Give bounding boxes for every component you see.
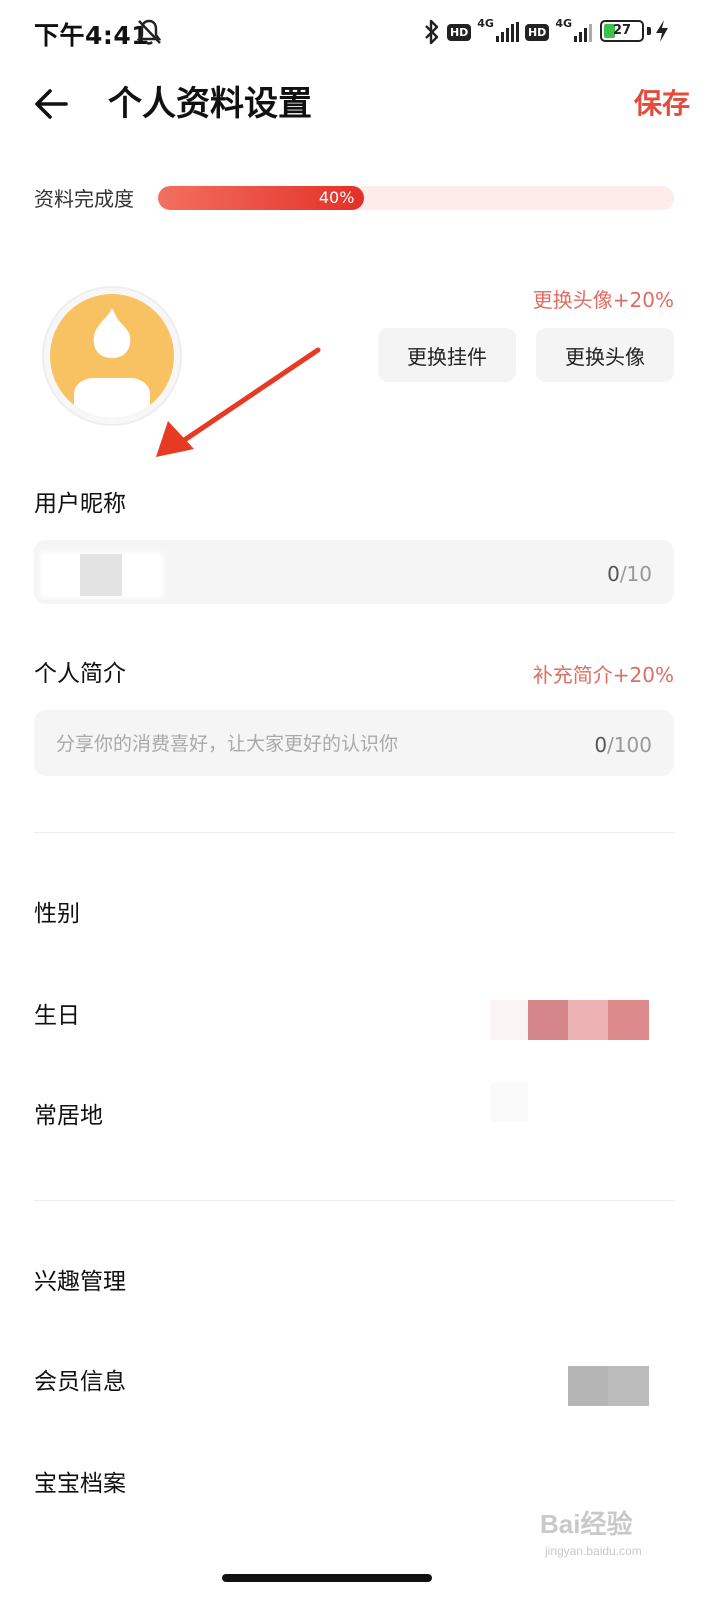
battery-level: 27	[612, 23, 632, 38]
completion-progress-fill: 40%	[158, 186, 365, 210]
birthday-redaction	[490, 1000, 528, 1040]
gender-label: 性别	[34, 901, 80, 927]
status-bar: 下午4:41 HD 4G HD 4G 27	[0, 0, 720, 64]
completion-label: 资料完成度	[34, 187, 134, 211]
bio-label: 个人简介	[34, 661, 126, 687]
change-pendant-button[interactable]: 更换挂件	[378, 328, 516, 382]
membership-redaction	[608, 1366, 649, 1406]
birthday-redaction	[528, 1000, 568, 1040]
birthday-redaction	[608, 1000, 649, 1040]
interests-row[interactable]: 兴趣管理	[0, 1244, 720, 1324]
completion-progress-bar: 40%	[158, 186, 674, 210]
membership-redaction	[568, 1366, 608, 1406]
divider	[34, 832, 674, 833]
watermark-logo: Bai经验	[540, 1509, 633, 1539]
residence-label: 常居地	[34, 1103, 103, 1129]
gender-row[interactable]: 性别	[0, 876, 720, 956]
notification-muted-icon	[136, 19, 162, 45]
nickname-count: 0	[607, 562, 620, 586]
birthday-row[interactable]: 生日	[0, 978, 720, 1058]
baby-profile-label: 宝宝档案	[34, 1471, 126, 1497]
nickname-limit: /10	[619, 562, 652, 586]
nickname-label: 用户昵称	[34, 491, 126, 517]
interests-label: 兴趣管理	[34, 1269, 126, 1295]
membership-row[interactable]: 会员信息	[0, 1344, 720, 1424]
avatar-bonus-hint: 更换头像+20%	[532, 288, 674, 312]
change-avatar-button[interactable]: 更换头像	[536, 328, 674, 382]
bio-limit: /100	[607, 733, 652, 757]
signal-icon	[495, 22, 519, 42]
battery-icon: 27	[600, 20, 644, 42]
nickname-counter: 0/10	[607, 560, 652, 588]
bio-count: 0	[594, 733, 608, 757]
network-type-2: 4G	[555, 16, 572, 30]
nickname-redaction-block	[80, 554, 122, 596]
residence-redaction	[490, 1082, 528, 1122]
bio-counter: 0/100	[594, 731, 652, 759]
watermark-url: jingyan.baidu.com	[545, 1544, 642, 1558]
birthday-label: 生日	[34, 1003, 80, 1029]
network-type-1: 4G	[477, 16, 494, 30]
save-button[interactable]: 保存	[634, 84, 690, 124]
hd-badge-2: HD	[524, 23, 550, 41]
back-arrow-icon[interactable]	[30, 82, 74, 126]
bluetooth-icon	[425, 19, 439, 45]
status-icons: HD 4G HD 4G	[423, 16, 592, 48]
completion-percent: 40%	[318, 188, 355, 207]
annotation-arrow-icon	[156, 347, 321, 457]
page-title: 个人资料设置	[108, 84, 312, 124]
battery-cap	[647, 27, 651, 35]
signal-icon-2	[574, 22, 592, 42]
birthday-redaction	[568, 1000, 608, 1040]
home-indicator[interactable]	[222, 1574, 432, 1582]
hd-badge: HD	[446, 23, 472, 41]
bio-placeholder: 分享你的消费喜好，让大家更好的认识你	[56, 733, 399, 755]
divider	[34, 1200, 674, 1201]
status-time: 下午4:41	[34, 21, 150, 50]
residence-row[interactable]: 常居地	[0, 1078, 720, 1158]
bio-bonus-hint: 补充简介+20%	[532, 663, 674, 687]
charging-icon	[656, 20, 668, 42]
membership-label: 会员信息	[34, 1369, 126, 1395]
